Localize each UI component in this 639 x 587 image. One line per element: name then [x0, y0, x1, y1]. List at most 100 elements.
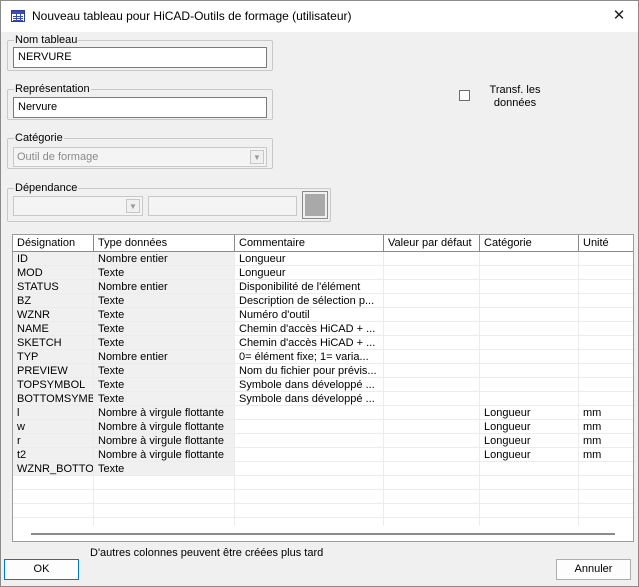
- table-cell[interactable]: Longueur: [235, 252, 384, 266]
- table-cell[interactable]: [384, 252, 480, 266]
- table-cell[interactable]: [384, 434, 480, 448]
- table-cell[interactable]: w: [13, 420, 94, 434]
- table-cell[interactable]: TOPSYMBOL: [13, 378, 94, 392]
- table-cell[interactable]: Nombre entier: [94, 350, 235, 364]
- table-cell[interactable]: [579, 504, 633, 518]
- table-cell[interactable]: [384, 448, 480, 462]
- table-cell[interactable]: [579, 490, 633, 504]
- table-cell[interactable]: [480, 462, 579, 476]
- nom-tableau-input[interactable]: NERVURE: [13, 47, 267, 68]
- table-cell[interactable]: [579, 476, 633, 490]
- table-cell[interactable]: [384, 476, 480, 490]
- scrollbar-thumb[interactable]: [31, 533, 615, 535]
- table-cell[interactable]: Nombre à virgule flottante: [94, 420, 235, 434]
- table-cell[interactable]: [579, 364, 633, 378]
- table-cell[interactable]: Nombre à virgule flottante: [94, 434, 235, 448]
- table-cell[interactable]: Texte: [94, 294, 235, 308]
- table-cell[interactable]: [480, 308, 579, 322]
- table-cell[interactable]: mm: [579, 406, 633, 420]
- dependance-select[interactable]: ▼: [13, 196, 143, 216]
- table-cell[interactable]: [480, 280, 579, 294]
- table-cell[interactable]: [480, 504, 579, 518]
- column-header[interactable]: Type données: [94, 235, 235, 252]
- table-cell[interactable]: [480, 266, 579, 280]
- table-cell[interactable]: [579, 392, 633, 406]
- table-cell[interactable]: [384, 406, 480, 420]
- table-cell[interactable]: [480, 350, 579, 364]
- table-cell[interactable]: Texte: [94, 336, 235, 350]
- table-cell[interactable]: [480, 378, 579, 392]
- table-cell[interactable]: [579, 252, 633, 266]
- table-cell[interactable]: [579, 280, 633, 294]
- table-cell[interactable]: NAME: [13, 322, 94, 336]
- table-cell[interactable]: [579, 336, 633, 350]
- table-cell[interactable]: Chemin d'accès HiCAD + ...: [235, 322, 384, 336]
- table-cell[interactable]: Texte: [94, 266, 235, 280]
- table-cell[interactable]: Nombre entier: [94, 252, 235, 266]
- table-cell[interactable]: [235, 504, 384, 518]
- table-cell[interactable]: mm: [579, 434, 633, 448]
- table-cell[interactable]: Disponibilité de l'élément: [235, 280, 384, 294]
- transf-checkbox[interactable]: [459, 90, 470, 101]
- dependance-color-button[interactable]: [302, 191, 328, 219]
- table-row[interactable]: [13, 476, 633, 490]
- table-cell[interactable]: [13, 476, 94, 490]
- table-cell[interactable]: mm: [579, 420, 633, 434]
- table-cell[interactable]: [579, 350, 633, 364]
- table-cell[interactable]: [384, 420, 480, 434]
- table-cell[interactable]: [384, 294, 480, 308]
- table-cell[interactable]: 0= élément fixe; 1= varia...: [235, 350, 384, 364]
- table-row[interactable]: t2 Nombre à virgule flottante Longueur mm: [13, 448, 633, 462]
- table-row[interactable]: TYP Nombre entier 0= élément fixe; 1= vari…: [13, 350, 633, 364]
- table-cell[interactable]: Nom du fichier pour prévis...: [235, 364, 384, 378]
- table-cell[interactable]: Symbole dans développé ...: [235, 392, 384, 406]
- table-row[interactable]: PREVIEW Texte Nom du fichier pour prévis..…: [13, 364, 633, 378]
- table-cell[interactable]: BZ: [13, 294, 94, 308]
- column-header[interactable]: Unité: [579, 235, 633, 252]
- table-cell[interactable]: [480, 252, 579, 266]
- table-cell[interactable]: Description de sélection p...: [235, 294, 384, 308]
- table-cell[interactable]: [384, 378, 480, 392]
- table-row[interactable]: MOD Texte Longueur: [13, 266, 633, 280]
- table-cell[interactable]: [384, 266, 480, 280]
- table-cell[interactable]: Symbole dans développé ...: [235, 378, 384, 392]
- table-cell[interactable]: Longueur: [480, 406, 579, 420]
- table-cell[interactable]: [480, 364, 579, 378]
- table-cell[interactable]: [384, 490, 480, 504]
- table-cell[interactable]: [235, 406, 384, 420]
- table-cell[interactable]: [235, 490, 384, 504]
- table-row[interactable]: WZNR Texte Numéro d'outil: [13, 308, 633, 322]
- dependance-text-field[interactable]: [148, 196, 297, 216]
- table-cell[interactable]: [235, 420, 384, 434]
- table-cell[interactable]: [94, 504, 235, 518]
- table-cell[interactable]: r: [13, 434, 94, 448]
- table-cell[interactable]: Chemin d'accès HiCAD + ...: [235, 336, 384, 350]
- table-cell[interactable]: [384, 364, 480, 378]
- table-cell[interactable]: WZNR_BOTTON: [13, 462, 94, 476]
- table-cell[interactable]: Texte: [94, 322, 235, 336]
- table-cell[interactable]: [579, 322, 633, 336]
- table-cell[interactable]: BOTTOMSYMBC: [13, 392, 94, 406]
- table-cell[interactable]: [480, 490, 579, 504]
- table-cell[interactable]: [480, 322, 579, 336]
- table-cell[interactable]: [235, 434, 384, 448]
- representation-input[interactable]: Nervure: [13, 97, 267, 118]
- table-cell[interactable]: Longueur: [480, 448, 579, 462]
- table-cell[interactable]: [384, 462, 480, 476]
- table-cell[interactable]: Texte: [94, 462, 235, 476]
- column-header[interactable]: Catégorie: [480, 235, 579, 252]
- table-row[interactable]: l Nombre à virgule flottante Longueur mm: [13, 406, 633, 420]
- table-row[interactable]: BZ Texte Description de sélection p...: [13, 294, 633, 308]
- ok-button[interactable]: OK: [4, 559, 79, 580]
- table-cell[interactable]: MOD: [13, 266, 94, 280]
- table-row[interactable]: TOPSYMBOL Texte Symbole dans développé ...: [13, 378, 633, 392]
- table-cell[interactable]: [13, 490, 94, 504]
- table-cell[interactable]: Texte: [94, 378, 235, 392]
- table-cell[interactable]: mm: [579, 448, 633, 462]
- table-row[interactable]: [13, 490, 633, 504]
- column-header[interactable]: Désignation: [13, 235, 94, 252]
- table-cell[interactable]: [579, 378, 633, 392]
- table-cell[interactable]: [480, 294, 579, 308]
- table-cell[interactable]: [579, 266, 633, 280]
- table-cell[interactable]: [384, 336, 480, 350]
